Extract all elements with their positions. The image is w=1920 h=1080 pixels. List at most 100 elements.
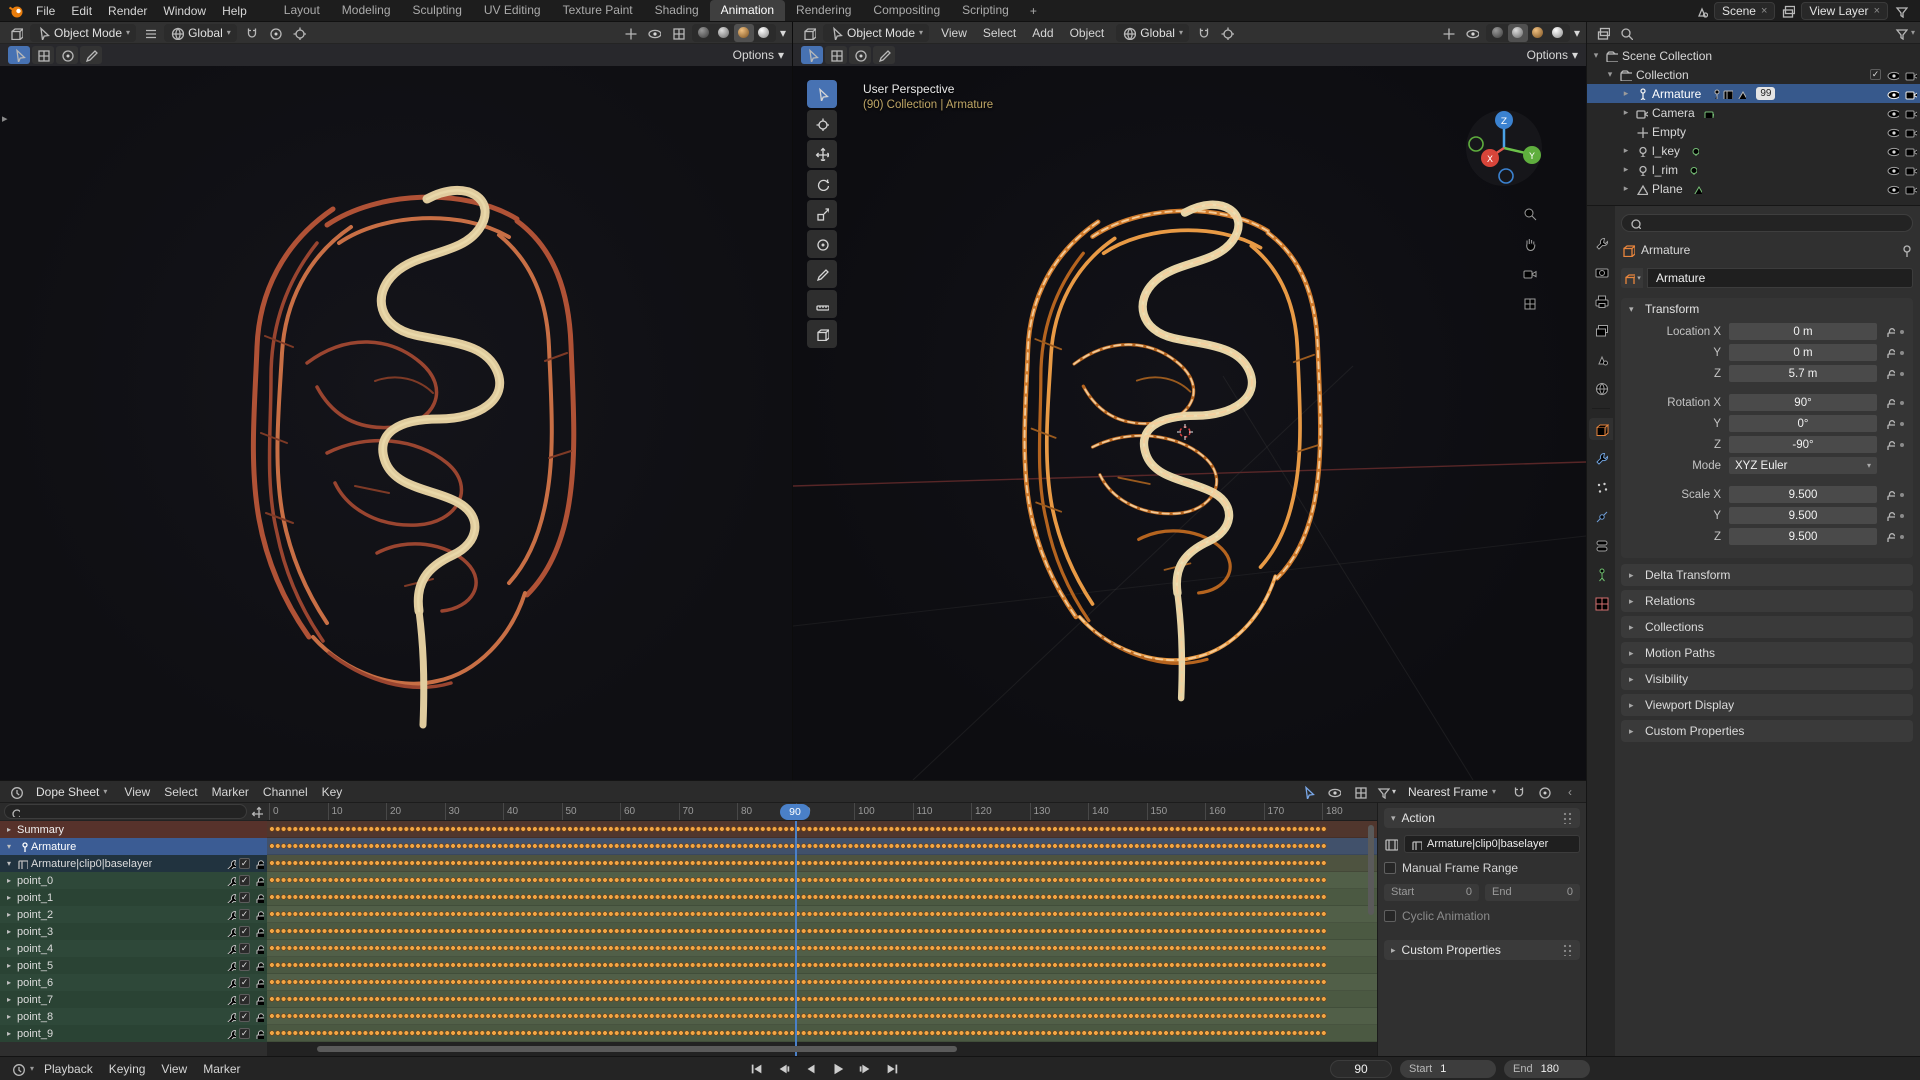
outliner-search-icon[interactable] [1619, 26, 1633, 40]
view-layer-filter-icon[interactable] [1894, 4, 1908, 18]
keyframe-area[interactable]: 0102030405060708090100110120130140150160… [267, 803, 1377, 1056]
view-layer-browse-icon[interactable] [1781, 4, 1796, 18]
render-visibility-icon[interactable] [1904, 106, 1917, 119]
channel-point-4[interactable]: ▸ point_4 ✓ [0, 940, 267, 957]
animate-dot[interactable] [1897, 442, 1907, 447]
tab-physics[interactable] [1589, 505, 1613, 527]
modifiers-icon[interactable] [225, 909, 236, 920]
action-datablock-icon[interactable] [1384, 837, 1398, 851]
vertical-scrollbar[interactable] [1368, 825, 1374, 915]
lock-icon[interactable] [1884, 326, 1895, 337]
keyframe-lane[interactable] [267, 974, 1377, 991]
tab-modifiers[interactable] [1589, 447, 1613, 469]
keyframe-lane[interactable] [267, 923, 1377, 940]
tab-view-layer[interactable] [1589, 319, 1613, 341]
object-name-field[interactable]: Armature [1647, 268, 1913, 288]
lock-icon[interactable] [253, 1028, 264, 1039]
jump-to-end-button[interactable] [880, 1059, 904, 1078]
render-visibility-icon[interactable] [1904, 144, 1917, 157]
collection-checkbox-icon[interactable]: ✓ [1870, 69, 1881, 80]
scene-selector[interactable]: Scene × [1713, 1, 1776, 20]
toolbar-expand-icon[interactable]: ▸ [2, 112, 8, 125]
tab-particles[interactable] [1589, 476, 1613, 498]
hide-eye-icon[interactable] [1886, 182, 1899, 195]
tool-cursor[interactable] [807, 110, 837, 138]
select-box-button[interactable] [825, 46, 847, 64]
mode-dropdown[interactable]: Object Mode ▾ [30, 23, 137, 42]
proportional-edit-icon[interactable] [1534, 783, 1554, 801]
tab-object-data[interactable] [1589, 563, 1613, 585]
snap-icon[interactable] [1193, 24, 1213, 42]
expand-icon[interactable]: ▾ [1591, 50, 1601, 61]
mute-checkbox-icon[interactable]: ✓ [239, 875, 250, 886]
workspace-tab[interactable]: Sculpting [402, 0, 473, 21]
properties-search-input[interactable] [1621, 214, 1913, 232]
collapsed-panel-header[interactable]: ▸ Relations [1621, 590, 1913, 612]
tab-scene[interactable] [1589, 348, 1613, 370]
rotation-y-field[interactable]: 0° [1729, 415, 1877, 432]
expand-icon[interactable]: ▸ [4, 961, 14, 970]
lock-icon[interactable] [253, 858, 264, 869]
editor-type-icon[interactable] [8, 1060, 28, 1078]
options-dropdown[interactable]: Options ▾ [1527, 48, 1578, 62]
lock-icon[interactable] [1884, 439, 1895, 450]
editor-type-icon[interactable] [799, 24, 819, 42]
scene-browse-icon[interactable] [1694, 4, 1708, 18]
next-keyframe-button[interactable] [853, 1059, 877, 1078]
lock-icon[interactable] [1884, 368, 1895, 379]
dope-sheet-menu[interactable]: Key [315, 783, 350, 801]
select-box-button[interactable] [32, 46, 54, 64]
timeline-menu[interactable]: Playback [36, 1060, 101, 1078]
collapsed-panel-header[interactable]: ▸ Viewport Display [1621, 694, 1913, 716]
workspace-tab[interactable]: Rendering [785, 0, 862, 21]
filter-chevron-icon[interactable]: ▾ [1911, 28, 1915, 37]
tool-move[interactable] [807, 140, 837, 168]
manual-frame-range-checkbox[interactable] [1384, 862, 1396, 874]
keyframes[interactable] [269, 923, 1327, 939]
cyclic-animation-checkbox[interactable] [1384, 910, 1396, 922]
outliner-row-scene-collection[interactable]: ▾ Scene Collection [1587, 46, 1920, 65]
panel-drag-handle[interactable] [1563, 812, 1573, 824]
mute-checkbox-icon[interactable]: ✓ [239, 994, 250, 1005]
show-gizmo-icon[interactable] [620, 24, 640, 42]
select-tweak-button[interactable] [801, 46, 823, 64]
channel-summary[interactable]: ▸ Summary [0, 821, 267, 838]
lock-icon[interactable] [253, 960, 264, 971]
keyframe-lane[interactable] [267, 1008, 1377, 1025]
options-dropdown[interactable]: Options ▾ [733, 48, 784, 62]
rotation-z-field[interactable]: -90° [1729, 436, 1877, 453]
proportional-editing-icon[interactable] [289, 24, 309, 42]
mute-checkbox-icon[interactable]: ✓ [239, 943, 250, 954]
expand-icon[interactable]: ▸ [1621, 164, 1631, 175]
tool-measure[interactable] [807, 290, 837, 318]
action-panel-header[interactable]: ▾ Action [1384, 808, 1580, 828]
animate-dot[interactable] [1897, 534, 1907, 539]
render-visibility-icon[interactable] [1904, 125, 1917, 138]
custom-properties-panel-header[interactable]: ▸ Custom Properties [1384, 940, 1580, 960]
end-frame-field[interactable]: End 0 [1485, 883, 1580, 901]
modifiers-icon[interactable] [225, 1011, 236, 1022]
navigation-gizmo[interactable]: Z X Y [1462, 106, 1546, 190]
viewport-menu[interactable]: Add [1024, 24, 1061, 42]
channel-point-2[interactable]: ▸ point_2 ✓ [0, 906, 267, 923]
animate-dot[interactable] [1897, 371, 1907, 376]
keyframes[interactable] [269, 889, 1327, 905]
expand-icon[interactable]: ▸ [4, 910, 14, 919]
show-hidden-icon[interactable] [1324, 783, 1344, 801]
outliner-row-empty[interactable]: Empty [1587, 122, 1920, 141]
modifiers-icon[interactable] [225, 960, 236, 971]
viewport-menu[interactable]: Select [975, 24, 1024, 42]
mode-options-icon[interactable] [140, 24, 160, 42]
expand-icon[interactable]: ▸ [4, 893, 14, 902]
show-overlays-icon[interactable] [644, 24, 664, 42]
hide-eye-icon[interactable] [1886, 87, 1899, 100]
dope-sheet-menu[interactable]: Select [157, 783, 204, 801]
lock-icon[interactable] [253, 1011, 264, 1022]
play-reverse-button[interactable] [799, 1059, 823, 1078]
mute-checkbox-icon[interactable]: ✓ [239, 977, 250, 988]
tool-scale[interactable] [807, 200, 837, 228]
keyframes[interactable] [269, 974, 1327, 990]
channel-filter-icon[interactable] [251, 806, 263, 818]
hide-eye-icon[interactable] [1886, 163, 1899, 176]
modifiers-icon[interactable] [225, 994, 236, 1005]
